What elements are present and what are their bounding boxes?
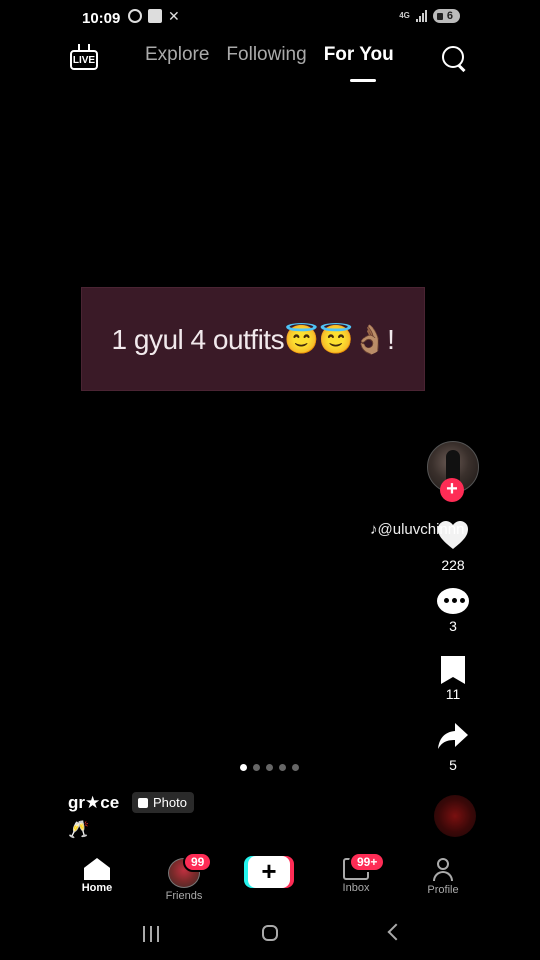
friends-badge: 99: [183, 852, 213, 872]
caption-overlay-text: 1 gyul 4 outfits😇😇👌🏽!: [111, 323, 395, 355]
comment-icon: [437, 588, 469, 616]
nav-profile[interactable]: Profile: [408, 858, 478, 896]
nav-inbox[interactable]: Inbox 99+: [321, 852, 391, 894]
follow-plus-icon[interactable]: +: [440, 478, 464, 502]
live-button[interactable]: LIVE: [70, 44, 102, 74]
nav-home[interactable]: Home: [62, 858, 132, 894]
active-tab-indicator: [350, 79, 376, 82]
tab-explore[interactable]: Explore: [145, 44, 209, 66]
slide-dot[interactable]: [266, 764, 273, 771]
save-button[interactable]: 11: [432, 656, 474, 702]
heart-icon: [438, 521, 468, 549]
facebook-icon: [148, 9, 162, 23]
slide-dot[interactable]: [279, 764, 286, 771]
photo-badge: Photo: [132, 792, 194, 813]
feed-tabs: Explore Following For You: [145, 44, 394, 66]
save-count: 11: [445, 686, 461, 702]
status-system-icons: 4G 6: [399, 9, 460, 23]
create-button[interactable]: +: [244, 856, 294, 888]
nav-profile-label: Profile: [427, 884, 459, 896]
like-button[interactable]: 228: [432, 520, 474, 573]
tab-for-you[interactable]: For You: [324, 44, 394, 66]
slide-indicator: [240, 764, 299, 771]
share-count: 5: [449, 757, 457, 773]
nav-home-label: Home: [81, 882, 113, 894]
slide-dot[interactable]: [292, 764, 299, 771]
whatsapp-icon: [128, 9, 142, 23]
signal-icon: [415, 10, 427, 22]
nav-friends[interactable]: Friends 99: [149, 852, 219, 902]
nav-inbox-label: Inbox: [342, 882, 370, 894]
share-button[interactable]: 5: [432, 722, 474, 773]
comment-button[interactable]: 3: [432, 588, 474, 634]
username[interactable]: gr★ce: [68, 793, 119, 813]
network-type: 4G: [399, 11, 410, 20]
capcut-icon: ✕: [168, 8, 180, 24]
recent-apps-button[interactable]: [143, 926, 159, 942]
plus-icon: +: [248, 856, 290, 888]
caption-overlay: 1 gyul 4 outfits😇😇👌🏽!: [81, 287, 425, 391]
nav-friends-label: Friends: [165, 890, 203, 902]
search-button[interactable]: [442, 46, 468, 72]
slide-dot[interactable]: [240, 764, 247, 771]
slide-dot[interactable]: [253, 764, 260, 771]
status-time: 10:09: [82, 10, 121, 27]
battery-indicator: 6: [432, 9, 460, 23]
system-home-button[interactable]: [262, 925, 278, 941]
comment-count: 3: [449, 618, 457, 634]
profile-icon: [432, 858, 454, 882]
share-icon: [438, 723, 468, 749]
live-icon: LIVE: [70, 50, 98, 70]
inbox-badge: 99+: [349, 852, 386, 872]
post-caption[interactable]: 🥂: [68, 820, 89, 840]
system-back-button[interactable]: [387, 923, 405, 941]
bookmark-icon: [441, 656, 465, 684]
photo-badge-label: Photo: [153, 795, 187, 810]
like-count: 228: [441, 557, 465, 573]
photo-icon: [138, 797, 148, 808]
status-notification-icons: ✕: [128, 9, 182, 23]
tab-following[interactable]: Following: [226, 44, 306, 66]
music-disc[interactable]: [434, 795, 476, 837]
home-icon: [84, 858, 110, 880]
